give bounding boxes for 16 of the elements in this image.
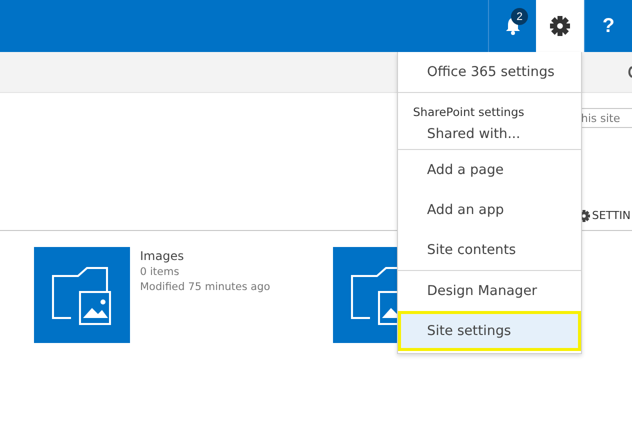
folder-image-icon (51, 264, 113, 326)
library-tile[interactable] (34, 247, 130, 343)
modified-time: Modified 75 minutes ago (140, 281, 270, 293)
menu-item[interactable]: Site settings (398, 311, 581, 351)
menu-section-header: SharePoint settings (412, 104, 526, 119)
notification-count: 2 (511, 8, 528, 25)
settings-icon (550, 16, 570, 36)
menu-item[interactable]: Add an app (398, 190, 581, 230)
menu-item[interactable]: Add a page (398, 150, 581, 190)
menu-item[interactable]: Design Manager (398, 271, 581, 311)
settings-button[interactable] (536, 0, 584, 52)
menu-item[interactable]: Shared with... (398, 119, 581, 149)
library-title[interactable]: Images (140, 249, 270, 263)
menu-item[interactable]: Site contents (398, 230, 581, 270)
menu-item[interactable]: Office 365 settings (398, 52, 581, 92)
item-count: 0 items (140, 266, 180, 278)
